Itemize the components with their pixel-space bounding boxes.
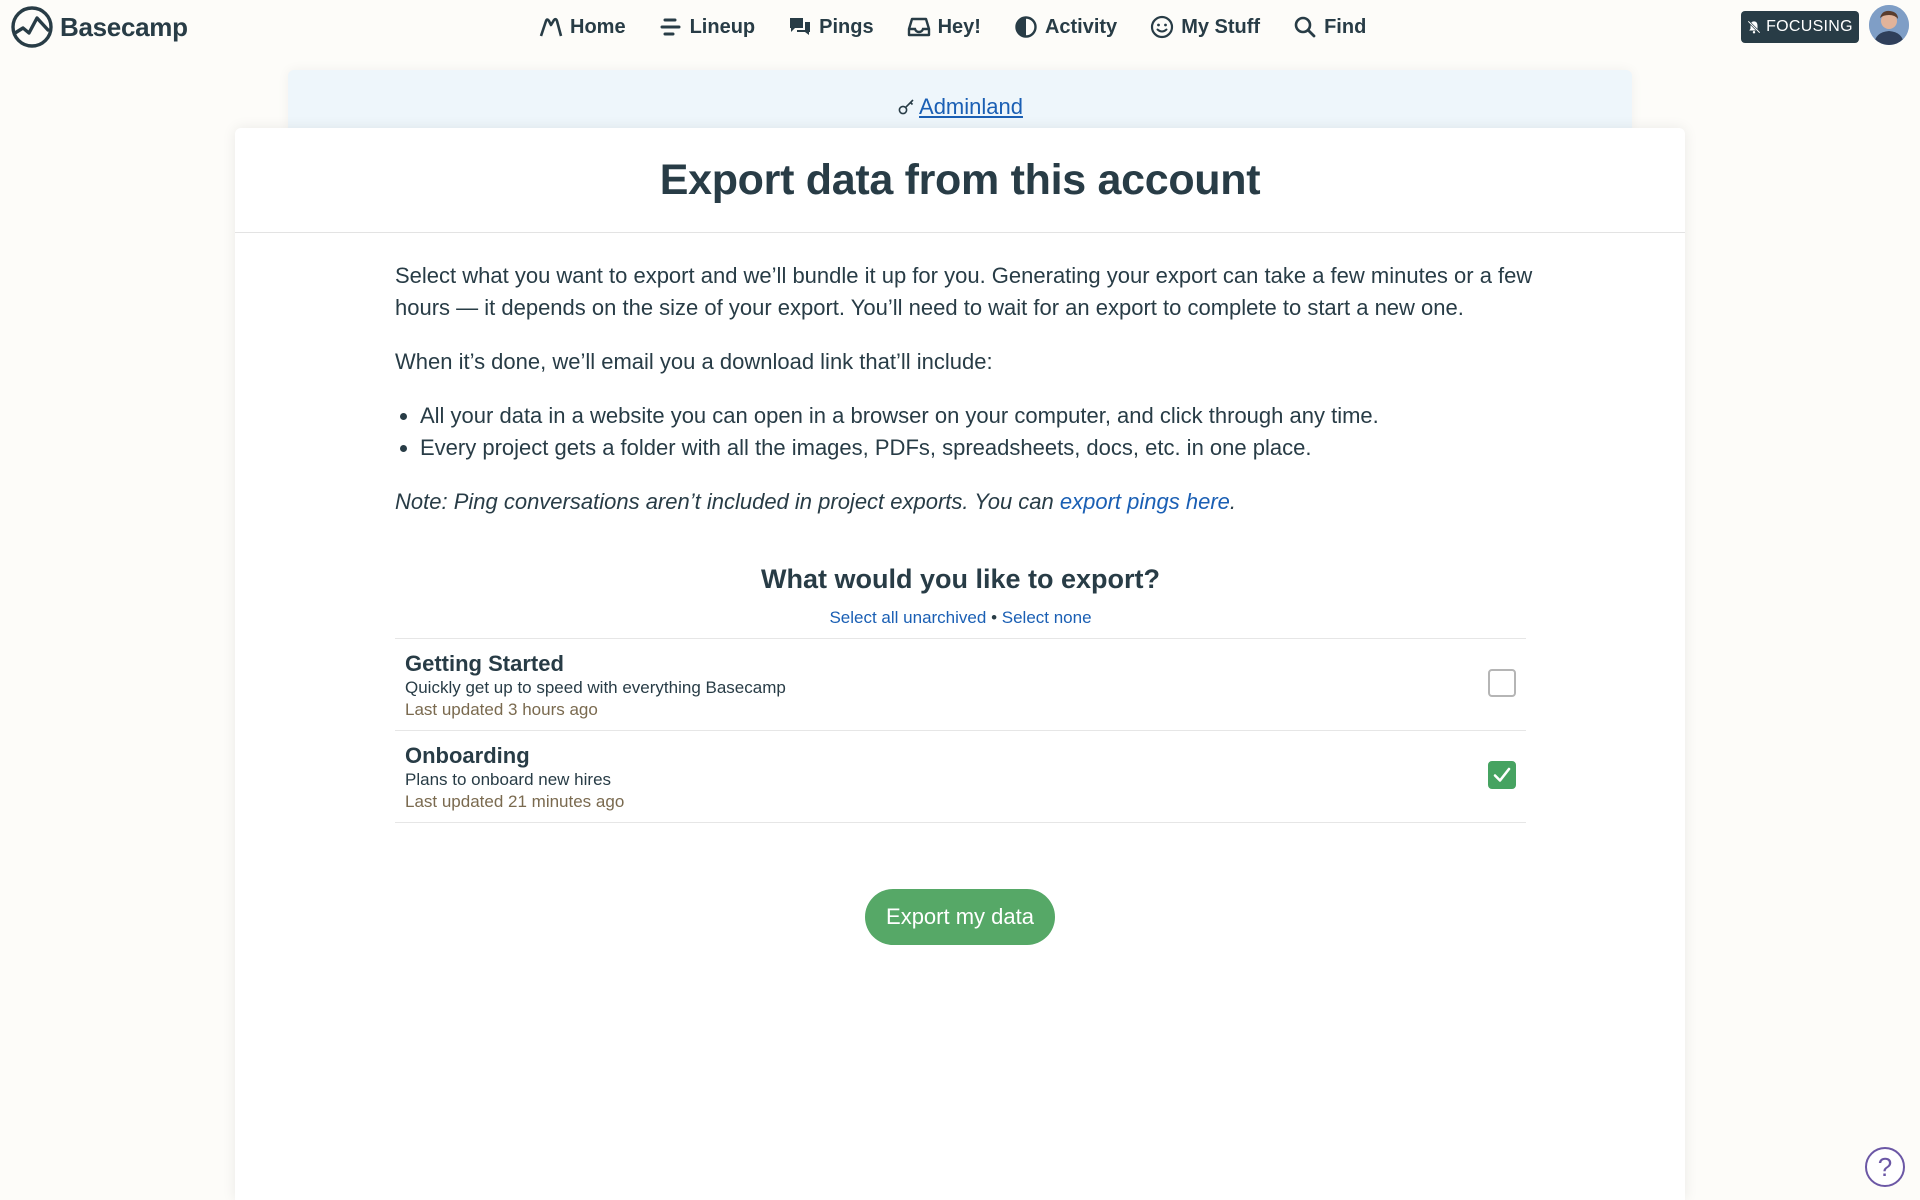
when-done-text: When it’s done, we’ll email you a downlo… [395, 349, 993, 374]
select-links: Select all unarchived • Select none [395, 608, 1526, 628]
home-icon [539, 17, 563, 37]
list-item: All your data in a website you can open … [420, 400, 1545, 432]
adminland-link[interactable]: Adminland [919, 94, 1023, 120]
select-none-link[interactable]: Select none [1002, 608, 1092, 627]
note-suffix: . [1229, 489, 1237, 514]
nav-hey-label: Hey! [937, 15, 981, 38]
export-pings-link[interactable]: export pings here [1060, 489, 1230, 514]
card-header: Export data from this account [235, 128, 1685, 233]
nav-my-stuff-label: My Stuff [1181, 15, 1261, 38]
focusing-label: FOCUSING [1766, 18, 1853, 35]
project-checkbox-getting-started[interactable] [1488, 669, 1516, 697]
lineup-icon [660, 18, 681, 36]
help-icon: ? [1877, 1151, 1893, 1182]
select-all-unarchived-link[interactable]: Select all unarchived [829, 608, 986, 627]
page-title: Export data from this account [659, 155, 1261, 204]
my-stuff-icon [1151, 15, 1174, 39]
breadcrumb[interactable]: Adminland [897, 84, 1023, 130]
project-description: Plans to onboard new hires [405, 770, 612, 789]
avatar-image [1869, 5, 1909, 45]
nav-find[interactable]: Find [1292, 12, 1366, 42]
bell-off-icon [1747, 20, 1761, 34]
export-heading: What would you like to export? [760, 564, 1160, 594]
included-list: All your data in a website you can open … [395, 400, 1545, 464]
note-prefix: Note: Ping conversations aren’t included… [395, 489, 1060, 514]
avatar[interactable] [1869, 5, 1909, 45]
activity-icon [1015, 16, 1037, 38]
project-updated: Last updated 3 hours ago [405, 700, 598, 719]
project-row-getting-started[interactable]: Getting Started Quickly get up to speed … [395, 639, 1526, 731]
project-list: Getting Started Quickly get up to speed … [395, 638, 1526, 823]
key-icon [898, 99, 914, 115]
separator-dot: • [991, 608, 998, 627]
nav-activity[interactable]: Activity [1013, 12, 1117, 42]
nav-my-stuff[interactable]: My Stuff [1149, 12, 1260, 42]
app-name: Basecamp [60, 11, 188, 42]
intro-text: Select what you want to export and we’ll… [395, 263, 1533, 320]
pings-icon [790, 18, 811, 35]
list-item: Every project gets a folder with all the… [420, 432, 1545, 464]
basecamp-logo-icon [11, 6, 53, 48]
nav-activity-label: Activity [1044, 15, 1118, 38]
checkmark-icon [1493, 767, 1511, 782]
nav-pings-label: Pings [819, 15, 874, 38]
nav-pings[interactable]: Pings [787, 12, 874, 42]
nav-home[interactable]: Home [538, 12, 626, 42]
export-my-data-button[interactable]: Export my data [865, 889, 1055, 945]
export-selection: What would you like to export? Select al… [395, 564, 1526, 823]
project-name: Onboarding [405, 743, 530, 768]
top-navigation: Basecamp Home Lineup Pings Hey! Activity… [0, 0, 1920, 54]
project-updated: Last updated 21 minutes ago [405, 792, 625, 811]
project-name: Getting Started [405, 651, 564, 676]
hey-icon [907, 17, 930, 37]
find-icon [1294, 16, 1316, 38]
basecamp-logo[interactable]: Basecamp [10, 6, 188, 48]
pings-note: Note: Ping conversations aren’t included… [395, 486, 1545, 518]
project-row-onboarding[interactable]: Onboarding Plans to onboard new hires La… [395, 731, 1526, 823]
help-button[interactable]: ? [1865, 1147, 1905, 1187]
export-description: Select what you want to export and we’ll… [395, 260, 1545, 540]
main-nav: Home Lineup Pings Hey! Activity My Stuff… [538, 12, 1398, 42]
nav-lineup-label: Lineup [689, 15, 756, 38]
export-card: Export data from this account Select wha… [235, 128, 1685, 1200]
focusing-button[interactable]: FOCUSING [1741, 11, 1859, 43]
breadcrumb-banner: Adminland [288, 70, 1632, 130]
project-checkbox-onboarding[interactable] [1488, 761, 1516, 789]
nav-hey[interactable]: Hey! [906, 12, 981, 42]
project-description: Quickly get up to speed with everything … [405, 678, 786, 697]
nav-lineup[interactable]: Lineup [658, 12, 756, 42]
nav-find-label: Find [1324, 15, 1367, 38]
nav-home-label: Home [570, 15, 626, 38]
